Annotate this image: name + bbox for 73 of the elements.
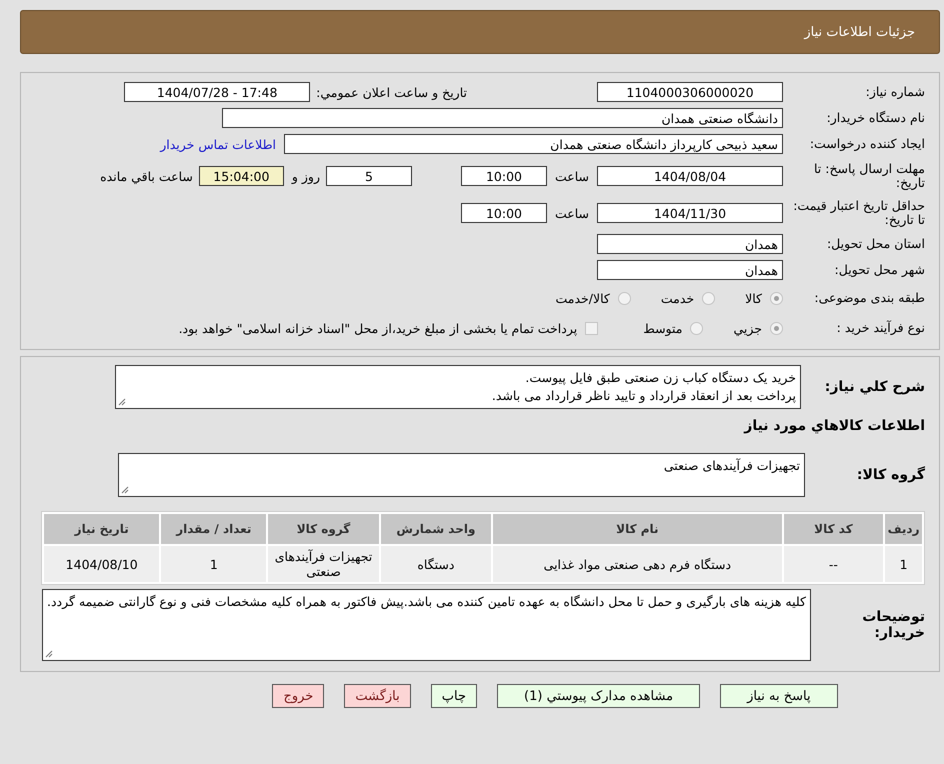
field-label: حداقل تاریخ اعتبار قیمت: تا تاریخ: (792, 198, 925, 228)
page-title: جزئیات اطلاعات نیاز (804, 24, 915, 40)
table-cell: 1 (885, 546, 922, 582)
field-label: ساعت (554, 206, 589, 220)
action-button[interactable]: خروج (272, 684, 324, 708)
text-field[interactable]: همدان (597, 260, 783, 280)
column-header: واحد شمارش (380, 514, 491, 544)
field-label: جزيي (733, 320, 762, 336)
description-box[interactable]: خرید یک دستگاه کباب زن صنعتی طبق فایل پیوست. پرداخت بعد از انعقاد قرارداد و تایید ناظر قرارداد می باشد. (115, 365, 801, 409)
description-line: پرداخت بعد از انعقاد قرارداد و تایید ناظر قرارداد می باشد. (492, 386, 796, 404)
text-field[interactable]: همدان (597, 234, 783, 254)
column-header: کد کالا (784, 514, 884, 544)
text-field[interactable]: 10:00 (460, 203, 547, 223)
section-heading: اطلاعات کالاهاي مورد نیاز (742, 418, 925, 434)
column-header: ردیف (885, 514, 922, 544)
column-header: تاریخ نیاز (44, 514, 160, 544)
field-label: خدمت (660, 290, 694, 306)
field-label: متوسط (643, 320, 682, 336)
section-label: شرح کلي نیاز: (824, 378, 925, 396)
description-line: خرید یک دستگاه کباب زن صنعتی طبق فایل پیوست. (525, 369, 796, 386)
action-button[interactable]: بازگشت (344, 684, 411, 708)
radio-button[interactable] (690, 322, 704, 334)
section-label: گروه کالا: (856, 466, 925, 484)
field-label: کالا (745, 290, 762, 306)
field-label: شهر محل تحویل: (834, 262, 925, 278)
column-header: گروه کالا (268, 514, 379, 544)
section-label: توضیحات خریدار: (861, 608, 925, 642)
column-header: تعداد / مقدار (161, 514, 266, 544)
resize-grip-icon[interactable] (121, 486, 129, 494)
field-label: ایجاد کننده درخواست: (808, 136, 925, 152)
field-label: تاریخ و ساعت اعلان عمومي: (316, 84, 467, 100)
text-field[interactable]: 5 (326, 166, 412, 186)
contact-link[interactable]: اطلاعات تماس خریدار (160, 136, 276, 152)
notes-box[interactable]: کلیه هزینه های بارگیری و حمل تا محل دانشگاه به عهده تامین کننده می باشد.پیش فاکتور به همراه کلیه مشخصات فنی و نوع گارانتی ضمیمه گردد. (42, 589, 811, 661)
action-button[interactable]: پاسخ به نیاز (720, 684, 838, 708)
action-button[interactable]: چاپ (430, 684, 477, 708)
text-field[interactable]: سعید ذبیحی کارپرداز دانشگاه صنعتی همدان (284, 134, 783, 154)
field-label: طبقه بندی موضوعی: (813, 290, 925, 306)
resize-grip-icon[interactable] (45, 650, 53, 658)
table-cell: 1 (161, 546, 266, 582)
field-label: ساعت باقي مانده (100, 168, 193, 184)
field-label: نوع فرآیند خرید : (836, 320, 925, 336)
text-field[interactable]: 1404/08/04 (597, 166, 783, 186)
notes-text: کلیه هزینه های بارگیری و حمل تا محل دانشگاه به عهده تامین کننده می باشد.پیش فاکتور به همراه کلیه مشخصات فنی و نوع گارانتی ضمیمه گردد. (47, 594, 806, 609)
field-label: کالا/خدمت (555, 290, 610, 306)
field-label: پرداخت تمام یا بخشی از مبلغ خرید،از محل "اسناد خزانه اسلامی" خواهد بود. (178, 320, 578, 336)
table-cell: 1404/08/10 (44, 546, 160, 582)
field-label: نام دستگاه خریدار: (826, 110, 925, 126)
field-label: شماره نیاز: (864, 84, 925, 100)
table-cell: تجهیزات فرآیندهای صنعتی (268, 546, 379, 582)
radio-button[interactable] (770, 322, 783, 334)
checkbox[interactable] (585, 322, 598, 334)
field-label: روز و (292, 168, 320, 184)
field-label: استان محل تحویل: (826, 236, 925, 252)
field-label: ساعت (554, 168, 589, 184)
text-field[interactable]: 1404/11/30 (597, 203, 783, 223)
radio-button[interactable] (770, 292, 783, 304)
action-button[interactable]: مشاهده مدارک پیوستي (1) (497, 684, 700, 708)
field-label: مهلت ارسال پاسخ: تا تاریخ: (813, 162, 925, 190)
remaining-time-field: 15:04:00 (198, 166, 284, 186)
radio-button[interactable] (702, 292, 716, 304)
text-field[interactable]: 1104000306000020 (597, 82, 783, 102)
goods-group-value: تجهیزات فرآیندهای صنعتی (664, 458, 800, 473)
radio-button[interactable] (618, 292, 631, 304)
goods-group-box[interactable]: تجهیزات فرآیندهای صنعتی (118, 453, 805, 497)
table-cell: -- (784, 546, 884, 582)
text-field[interactable]: 1404/07/28 - 17:48 (124, 82, 310, 102)
text-field[interactable]: دانشگاه صنعتی همدان (222, 108, 783, 128)
column-header: نام کالا (493, 514, 782, 544)
resize-grip-icon[interactable] (118, 398, 126, 406)
table-cell: دستگاه فرم دهی صنعتی مواد غذایی (493, 546, 782, 582)
text-field[interactable]: 10:00 (460, 166, 547, 186)
table-cell: دستگاه (380, 546, 491, 582)
